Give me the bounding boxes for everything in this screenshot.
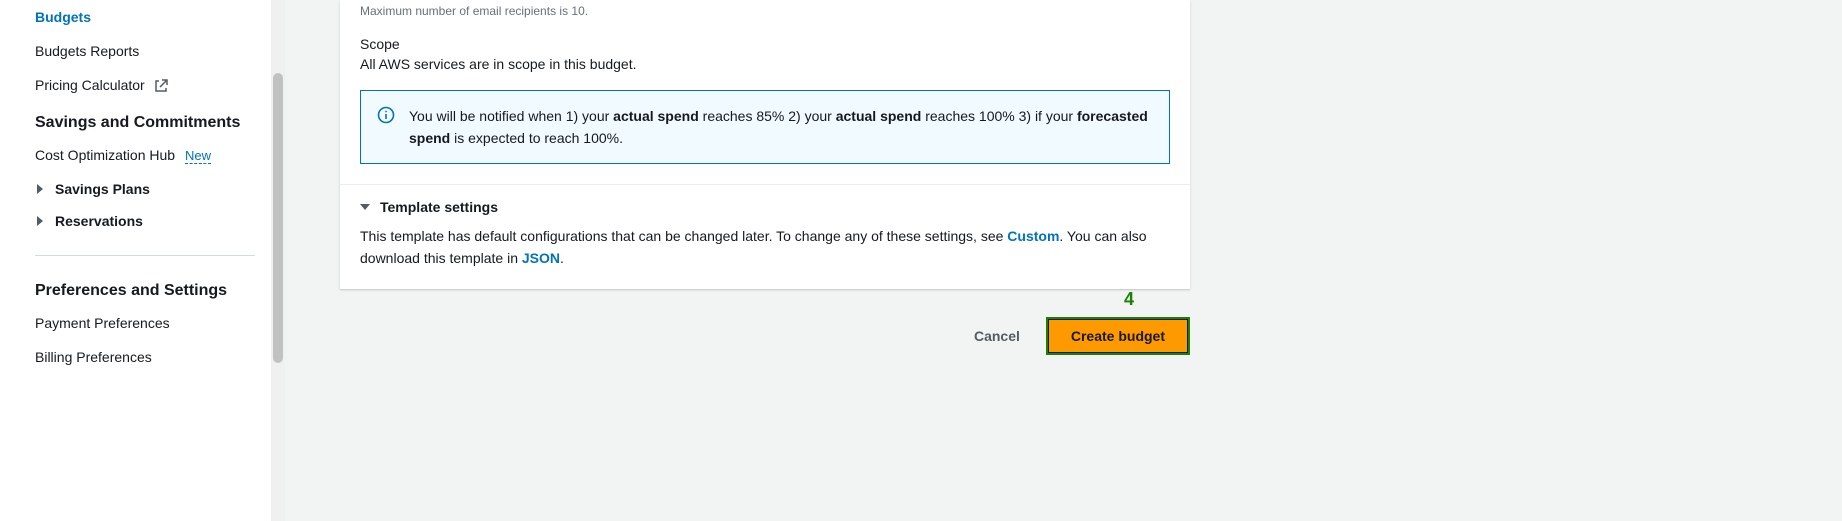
form-actions: 4 Cancel Create budget bbox=[340, 317, 1190, 355]
sidebar-divider bbox=[35, 255, 255, 256]
caret-right-icon bbox=[35, 216, 45, 226]
step-marker: 4 bbox=[1124, 289, 1134, 310]
sidebar-scroll-thumb[interactable] bbox=[273, 73, 283, 363]
custom-link[interactable]: Custom bbox=[1007, 228, 1059, 244]
cost-opt-hub-label: Cost Optimization Hub bbox=[35, 147, 175, 163]
budget-form-card: Maximum number of email recipients is 10… bbox=[340, 0, 1190, 289]
info-icon bbox=[377, 106, 395, 124]
sidebar-item-payment-preferences[interactable]: Payment Preferences bbox=[35, 306, 285, 340]
template-settings-description: This template has default configurations… bbox=[360, 225, 1170, 289]
sidebar-item-cost-optimization-hub[interactable]: Cost Optimization Hub New bbox=[35, 138, 285, 173]
pricing-calculator-label: Pricing Calculator bbox=[35, 77, 145, 93]
scope-label: Scope bbox=[360, 18, 1170, 52]
alert-text: You will be notified when 1) your actual… bbox=[409, 105, 1153, 149]
sidebar: Budgets Budgets Reports Pricing Calculat… bbox=[0, 0, 285, 521]
new-badge: New bbox=[185, 148, 211, 164]
reservations-label: Reservations bbox=[55, 213, 143, 229]
caret-right-icon bbox=[35, 184, 45, 194]
caret-down-icon bbox=[360, 202, 370, 212]
scope-value: All AWS services are in scope in this bu… bbox=[360, 52, 1170, 72]
sidebar-section-prefs: Preferences and Settings bbox=[35, 270, 285, 306]
sidebar-item-billing-preferences[interactable]: Billing Preferences bbox=[35, 340, 285, 374]
sidebar-item-budgets[interactable]: Budgets bbox=[35, 0, 285, 34]
sidebar-item-pricing-calculator[interactable]: Pricing Calculator bbox=[35, 68, 285, 102]
main-content: Maximum number of email recipients is 10… bbox=[285, 0, 1842, 521]
sidebar-scrollbar[interactable] bbox=[271, 0, 285, 521]
recipients-help-text: Maximum number of email recipients is 10… bbox=[360, 0, 1170, 18]
json-link[interactable]: JSON bbox=[522, 250, 560, 266]
create-budget-button[interactable]: Create budget bbox=[1046, 317, 1190, 355]
sidebar-item-savings-plans[interactable]: Savings Plans bbox=[35, 173, 285, 205]
sidebar-section-savings: Savings and Commitments bbox=[35, 102, 285, 138]
template-settings-label: Template settings bbox=[380, 199, 498, 215]
savings-plans-label: Savings Plans bbox=[55, 181, 150, 197]
external-link-icon bbox=[153, 78, 169, 94]
sidebar-item-reservations[interactable]: Reservations bbox=[35, 205, 285, 237]
template-settings-toggle[interactable]: Template settings bbox=[360, 185, 1170, 225]
info-alert: You will be notified when 1) your actual… bbox=[360, 90, 1170, 164]
sidebar-item-budgets-reports[interactable]: Budgets Reports bbox=[35, 34, 285, 68]
cancel-button[interactable]: Cancel bbox=[968, 320, 1026, 352]
